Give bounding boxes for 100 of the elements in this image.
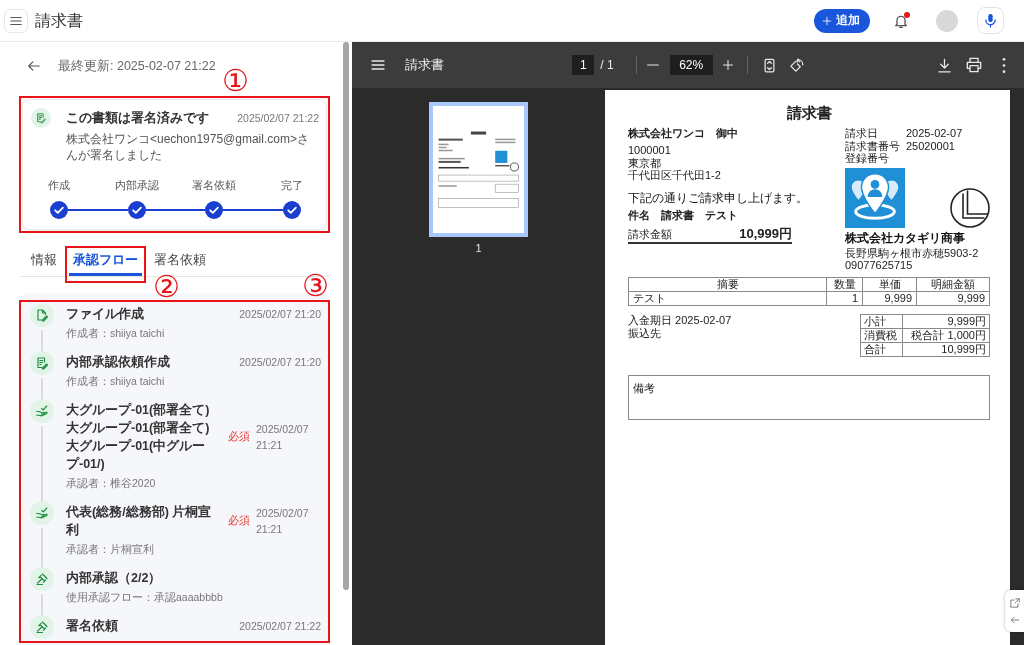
notifications-button[interactable] xyxy=(892,10,910,31)
column-header: 単価 xyxy=(862,277,917,291)
tab[interactable]: 情報 xyxy=(27,248,61,276)
event-detail: 承認者：椎谷2020 xyxy=(66,476,157,491)
document-pen-icon xyxy=(31,108,51,128)
circle-logo-icon xyxy=(950,187,990,228)
timeline-connector xyxy=(41,330,43,353)
gavel-icon xyxy=(30,615,54,639)
zoom-field[interactable]: 62% xyxy=(669,55,713,75)
location-pin-person-icon xyxy=(845,167,905,228)
scrollbar-thumb[interactable] xyxy=(343,42,349,590)
total-value: 税合計 1,000円 xyxy=(902,328,990,342)
event-title: 署名依頼 xyxy=(66,618,119,635)
address-line: 長野県駒ヶ根市赤穂5903-2 xyxy=(845,246,980,259)
amount-label: 請求金額 xyxy=(628,227,672,241)
add-button[interactable]: 追加 xyxy=(814,8,870,33)
meta-value: 2025-02-07 xyxy=(906,127,964,140)
document-pen-icon xyxy=(30,351,54,375)
status-message: 株式会社ワンコ<uechon1975@gmail.com>さんが署名しました xyxy=(66,131,310,163)
event-detail: 作成者：shiiya taichi xyxy=(66,374,166,389)
total-label: 小計 xyxy=(860,314,903,328)
page-title: 請求書 xyxy=(35,10,83,31)
meta-label: 請求日 xyxy=(845,127,879,140)
recipient-name: 株式会社ワンコ 御中 xyxy=(628,127,739,140)
file-pen-icon xyxy=(30,303,54,327)
total-value: 9,999円 xyxy=(902,314,990,328)
timeline-connector xyxy=(41,378,43,401)
column-header: 数量 xyxy=(826,277,863,291)
progress-line xyxy=(145,209,206,211)
zoom-in-icon[interactable] xyxy=(721,59,734,71)
invoice-title: 請求書 xyxy=(785,104,833,122)
back-arrow-icon[interactable] xyxy=(27,59,41,73)
greeting-text: 下記の通りご請求申し上げます。 xyxy=(628,190,809,205)
document-title: 請求書 xyxy=(405,56,444,74)
microphone-icon xyxy=(983,13,998,28)
event-title: ファイル作成 xyxy=(66,306,145,323)
address-line: 09077625715 xyxy=(845,259,914,272)
step-label: 作成 xyxy=(48,178,70,192)
event-time: 2025/02/07 21:20 xyxy=(239,355,321,370)
step-label: 完了 xyxy=(281,178,303,192)
total-value: 10,999円 xyxy=(902,342,990,356)
plus-icon xyxy=(822,15,832,26)
print-icon[interactable] xyxy=(966,57,982,73)
total-label: 合計 xyxy=(860,342,903,356)
menu-button[interactable] xyxy=(4,8,28,33)
bank-text: 振込先 xyxy=(628,326,662,340)
download-icon[interactable] xyxy=(937,57,952,73)
column-header: 明細金額 xyxy=(916,277,990,291)
open-external-icon[interactable] xyxy=(1009,597,1020,608)
notes-label: 備考 xyxy=(633,381,655,394)
event-time: 2025/02/07 21:21 xyxy=(256,422,310,453)
last-updated-text: 最終更新: 2025-02-07 21:22 xyxy=(58,58,216,75)
step-label: 内部承認 xyxy=(114,178,159,192)
hand-check-icon xyxy=(30,501,54,525)
issuer-name: 株式会社カタギリ商事 xyxy=(845,230,966,245)
status-time: 2025/02/07 21:22 xyxy=(237,112,319,124)
timeline-connector xyxy=(41,528,43,569)
microphone-button[interactable] xyxy=(977,7,1004,34)
event-title: 内部承認依頼作成 xyxy=(66,354,171,371)
menu-icon[interactable] xyxy=(370,57,386,73)
progress-line xyxy=(223,209,283,211)
event-detail: 承認者：片桐宣利 xyxy=(66,542,155,557)
step-label: 署名依頼 xyxy=(192,178,237,192)
event-time: 2025/02/07 21:20 xyxy=(239,307,321,322)
event-time: 2025/02/07 21:22 xyxy=(239,619,321,634)
meta-value: 25020001 xyxy=(906,139,956,152)
rotate-icon[interactable] xyxy=(788,57,804,73)
event-title: 内部承認（2/2） xyxy=(66,570,163,587)
meta-label: 請求書番号 xyxy=(845,139,900,152)
event-title: 代表(総務/総務部) 片桐宣利 xyxy=(66,504,213,539)
subject-text: 件名 請求書 テスト xyxy=(628,207,739,222)
page-number-field[interactable]: 1 xyxy=(572,55,595,75)
tab[interactable]: 承認フロー xyxy=(69,248,142,276)
total-label: 消費税 xyxy=(860,328,903,342)
status-title: この書類は署名済みです xyxy=(66,109,210,127)
hand-check-icon xyxy=(30,399,54,423)
page-number-label: 1 xyxy=(475,242,482,255)
more-icon[interactable] xyxy=(1002,57,1006,73)
address-line: 1000001 xyxy=(628,144,672,157)
gavel-icon xyxy=(30,567,54,591)
annotation-number: ② xyxy=(153,272,180,302)
event-detail: 使用承認フロー：承認aaaabbbb xyxy=(66,590,224,605)
required-label: 必須 xyxy=(228,430,250,444)
table-cell: 1 xyxy=(826,291,863,305)
page-thumbnail[interactable] xyxy=(429,102,528,237)
progress-line xyxy=(68,209,128,211)
amount-value: 10,999円 xyxy=(739,225,792,241)
due-date-text: 入金期日 2025-02-07 xyxy=(628,313,732,327)
table-cell: 9,999 xyxy=(862,291,917,305)
page-count: / 1 xyxy=(600,58,614,72)
event-title: 大グループ-01(部署全て)大グループ-01(部署全て)大グループ-01(中グループ-01/) xyxy=(66,402,211,473)
arrow-left-icon[interactable] xyxy=(1009,614,1020,625)
event-detail: 作成者：shiiya taichi xyxy=(66,326,166,341)
table-cell: 9,999 xyxy=(916,291,990,305)
event-time: 2025/02/07 21:21 xyxy=(256,506,310,537)
fit-page-icon[interactable] xyxy=(761,57,777,73)
table-cell: テスト xyxy=(628,291,827,305)
address-line: 東京都 xyxy=(628,156,662,169)
required-label: 必須 xyxy=(228,514,250,528)
meta-label: 登録番号 xyxy=(845,152,889,165)
